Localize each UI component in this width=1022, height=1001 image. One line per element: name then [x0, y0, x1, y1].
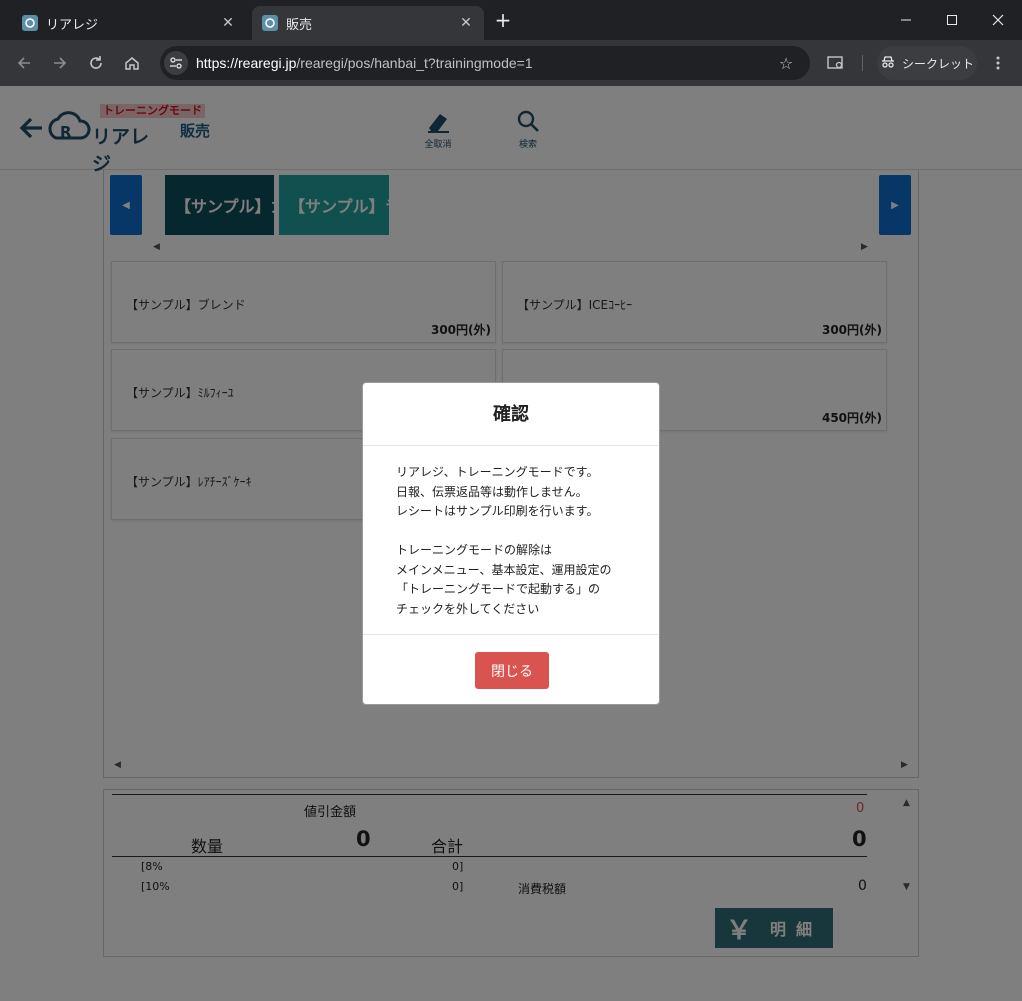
dialog-footer: 閉じる — [363, 634, 659, 706]
dialog-message-1: リアレジ、トレーニングモードです。 日報、伝票返品等は動作しません。 レシートは… — [396, 465, 599, 518]
browser-tab-bar: リアレジ ✕ 販売 ✕ + — [0, 0, 1022, 40]
close-button[interactable]: 閉じる — [475, 652, 549, 689]
tab-title: 販売 — [286, 17, 313, 33]
browser-toolbar: https://rearegi.jp/rearegi/pos/hanbai_t?… — [0, 40, 1022, 86]
close-tab-icon[interactable]: ✕ — [458, 15, 474, 31]
maximize-icon[interactable] — [929, 0, 975, 40]
window-close-icon[interactable] — [975, 0, 1021, 40]
reload-icon[interactable] — [85, 52, 107, 74]
forward-icon[interactable] — [49, 52, 71, 74]
browser-tab-rearegi[interactable]: リアレジ ✕ — [12, 6, 246, 40]
incognito-icon — [880, 55, 896, 72]
rearegi-favicon-icon — [262, 15, 278, 31]
url-text: https://rearegi.jp/rearegi/pos/hanbai_t?… — [196, 55, 533, 71]
home-icon[interactable] — [121, 52, 143, 74]
incognito-indicator[interactable]: シークレット — [877, 46, 977, 80]
dialog-body: リアレジ、トレーニングモードです。 日報、伝票返品等は動作しません。 レシートは… — [396, 463, 646, 619]
new-tab-icon[interactable]: + — [493, 10, 513, 30]
tab-search-icon[interactable] — [825, 52, 847, 74]
dialog-message-2: トレーニングモードの解除は メインメニュー、基本設定、運用設定の 「トレーニング… — [396, 543, 612, 616]
back-icon[interactable] — [13, 52, 35, 74]
toolbar-divider — [862, 55, 863, 71]
tab-title: リアレジ — [46, 17, 99, 33]
confirm-dialog: 確認 リアレジ、トレーニングモードです。 日報、伝票返品等は動作しません。 レシ… — [362, 382, 660, 705]
dialog-title: 確認 — [363, 383, 659, 446]
rearegi-favicon-icon — [22, 15, 38, 31]
more-menu-icon[interactable] — [987, 52, 1009, 74]
incognito-label: シークレット — [901, 56, 974, 71]
minimize-icon[interactable] — [883, 0, 929, 40]
address-bar[interactable]: https://rearegi.jp/rearegi/pos/hanbai_t?… — [160, 46, 810, 80]
bookmark-star-icon[interactable]: ☆ — [776, 54, 796, 73]
close-tab-icon[interactable]: ✕ — [220, 15, 236, 31]
site-settings-icon[interactable] — [164, 51, 188, 75]
browser-tab-hanbai[interactable]: 販売 ✕ — [252, 6, 484, 40]
